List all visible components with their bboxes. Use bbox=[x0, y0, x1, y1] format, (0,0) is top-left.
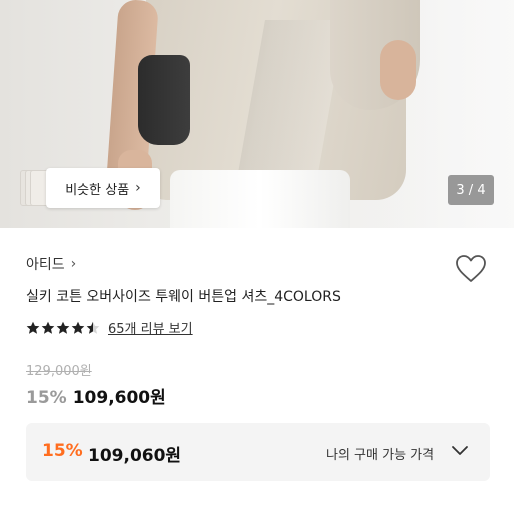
original-price: 129,000원 bbox=[26, 364, 92, 379]
product-title: 실키 코튼 오버사이즈 투웨이 버튼업 셔츠_4COLORS bbox=[26, 289, 341, 305]
model-arm-right bbox=[380, 40, 416, 100]
white-pants bbox=[170, 170, 350, 228]
chevron-right-icon: › bbox=[70, 256, 77, 272]
review-link[interactable]: 65개 리뷰 보기 bbox=[108, 318, 193, 337]
discount-rate: 15% bbox=[26, 388, 67, 408]
star-icon bbox=[26, 321, 40, 334]
brand-name: 아티드 bbox=[26, 257, 65, 273]
sale-price: 109,600원 bbox=[72, 388, 166, 408]
brand-link[interactable]: 아티드 › bbox=[26, 254, 76, 274]
product-image[interactable]: 비슷한 상품 › 3 / 4 bbox=[0, 0, 514, 228]
my-discount-rate: 15% bbox=[42, 441, 83, 461]
rating-stars bbox=[26, 321, 100, 335]
similar-products-button[interactable]: 비슷한 상품 › bbox=[20, 168, 160, 208]
my-price-label: 나의 구매 가능 가격 bbox=[326, 448, 435, 463]
sale-price-row: 15% 109,600원 bbox=[26, 383, 166, 408]
star-icon bbox=[41, 321, 55, 334]
chevron-right-icon: › bbox=[135, 180, 141, 196]
star-icon bbox=[86, 321, 100, 334]
star-icon bbox=[56, 321, 70, 334]
my-price-panel[interactable]: 15% 109,060원 나의 구매 가능 가격 bbox=[26, 423, 490, 481]
heart-icon[interactable] bbox=[455, 254, 487, 284]
my-price: 109,060원 bbox=[88, 446, 182, 466]
chevron-down-icon[interactable] bbox=[450, 443, 470, 459]
rating-row: 65개 리뷰 보기 bbox=[26, 318, 193, 337]
star-icon bbox=[71, 321, 85, 334]
similar-products-label: 비슷한 상품 bbox=[65, 182, 130, 198]
similar-products-pill[interactable]: 비슷한 상품 › bbox=[46, 168, 160, 208]
handbag bbox=[138, 55, 190, 145]
image-page-counter: 3 / 4 bbox=[448, 175, 494, 205]
